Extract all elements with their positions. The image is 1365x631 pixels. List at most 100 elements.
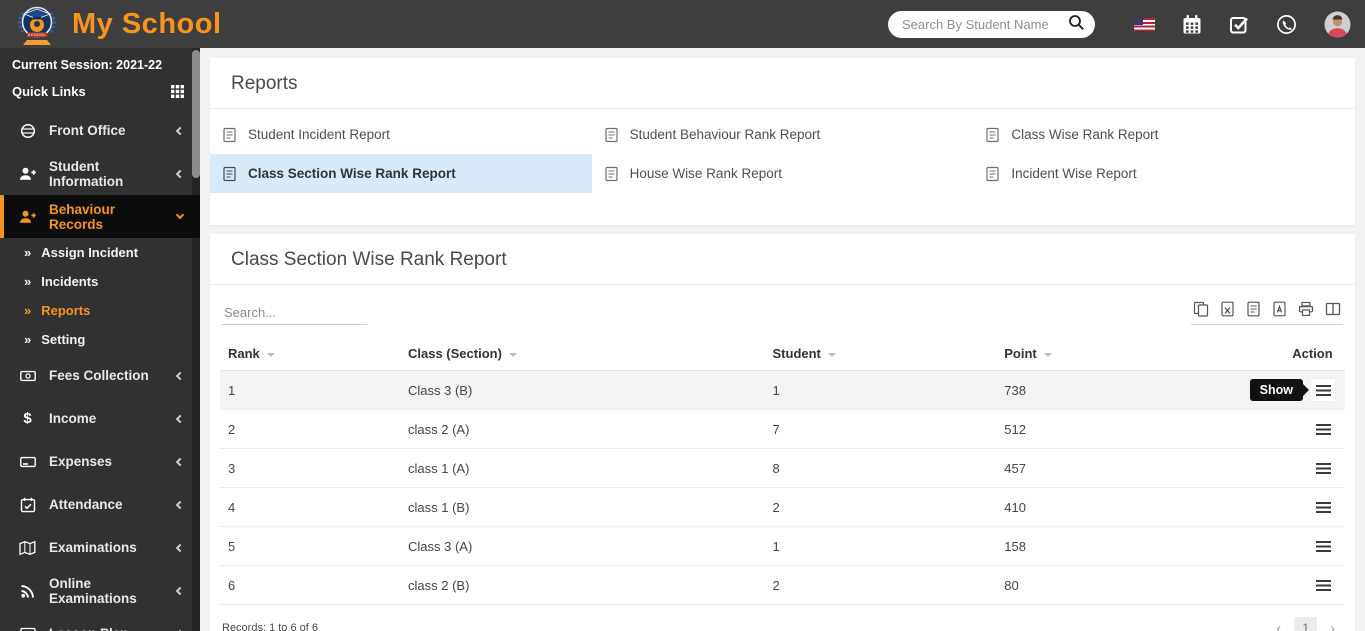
pagination-next-icon[interactable]: › <box>1326 619 1339 631</box>
chevron-left-icon <box>175 414 185 423</box>
front-office-icon <box>19 123 36 139</box>
sidebar-item-label: Behaviour Records <box>49 201 116 232</box>
csv-icon[interactable] <box>1246 301 1261 317</box>
table-footer: Records: 1 to 6 of 6 ‹ 1 › <box>210 605 1355 631</box>
report-link-house-wise-rank[interactable]: House Wise Rank Report <box>592 154 974 193</box>
sidebar-item-student-information[interactable]: Student Information <box>0 152 200 195</box>
chevron-left-icon <box>175 457 185 466</box>
student-search-input[interactable] <box>902 16 1068 32</box>
column-header-student[interactable]: Student <box>764 337 997 371</box>
pdf-icon[interactable] <box>1272 301 1287 317</box>
cell-student: 2 <box>764 565 997 605</box>
row-action-menu-button[interactable] <box>1311 457 1335 479</box>
chevron-left-icon <box>175 543 185 552</box>
report-link-student-behaviour-rank[interactable]: Student Behaviour Rank Report <box>592 115 974 154</box>
column-header-action: Action <box>1284 337 1345 371</box>
cell-student: 1 <box>764 370 997 410</box>
column-header-class-section[interactable]: Class (Section) <box>400 337 765 371</box>
sidebar-item-fees-collection[interactable]: Fees Collection <box>0 354 200 397</box>
user-avatar[interactable] <box>1324 11 1351 38</box>
submenu-item-reports[interactable]: Reports <box>0 296 200 325</box>
sidebar-item-examinations[interactable]: Examinations <box>0 526 200 569</box>
cell-rank: 4 <box>220 487 400 527</box>
report-link-class-section-wise-rank[interactable]: Class Section Wise Rank Report <box>210 154 592 193</box>
cell-class-section: class 2 (A) <box>400 409 765 449</box>
pagination-prev-icon[interactable]: ‹ <box>1272 619 1285 631</box>
submenu-item-assign-incident[interactable]: Assign Incident <box>0 238 200 267</box>
sidebar-item-front-office[interactable]: Front Office <box>0 109 200 152</box>
quick-links[interactable]: Quick Links <box>0 78 200 109</box>
chevron-left-icon <box>175 126 185 135</box>
cell-action <box>1284 487 1345 527</box>
submenu-item-incidents[interactable]: Incidents <box>0 267 200 296</box>
report-doc-icon <box>223 127 236 142</box>
report-link-student-incident[interactable]: Student Incident Report <box>210 115 592 154</box>
sort-icon <box>508 353 517 361</box>
report-doc-icon <box>605 127 618 142</box>
sidebar-item-attendance[interactable]: Attendance <box>0 483 200 526</box>
cell-action <box>1284 526 1345 566</box>
submenu-item-label: Reports <box>41 303 91 318</box>
calendar-icon[interactable] <box>1182 14 1202 35</box>
sort-icon <box>827 353 836 361</box>
cell-student: 2 <box>764 487 997 527</box>
sidebar-item-expenses[interactable]: Expenses <box>0 440 200 483</box>
sidebar-item-label: Lesson Plan <box>49 626 164 631</box>
copy-icon[interactable] <box>1193 301 1209 317</box>
submenu-item-setting[interactable]: Setting <box>0 325 200 354</box>
cell-action <box>1284 448 1345 488</box>
student-search <box>888 10 1095 38</box>
calendar-check-icon <box>19 497 36 513</box>
sidebar-scrollbar-thumb[interactable] <box>192 50 200 178</box>
cell-rank: 2 <box>220 409 400 449</box>
dollar-icon: $ <box>23 410 32 427</box>
rank-report-title: Class Section Wise Rank Report <box>231 249 507 270</box>
columns-icon[interactable] <box>1325 301 1341 317</box>
sort-icon <box>266 353 275 361</box>
report-doc-icon <box>986 166 999 181</box>
print-icon[interactable] <box>1298 301 1314 317</box>
cell-point: 738 <box>996 370 1285 410</box>
report-link-class-wise-rank[interactable]: Class Wise Rank Report <box>973 115 1355 154</box>
submenu-item-label: Assign Incident <box>41 245 139 260</box>
records-summary: Records: 1 to 6 of 6 <box>222 622 318 631</box>
search-icon[interactable] <box>1068 14 1085 34</box>
pagination-page-1[interactable]: 1 <box>1294 617 1317 631</box>
credit-card-icon <box>19 454 36 470</box>
report-link-incident-wise[interactable]: Incident Wise Report <box>973 154 1355 193</box>
school-logo-icon: SCHOOL <box>18 6 56 45</box>
cell-point: 512 <box>996 409 1285 449</box>
table-row: 3 class 1 (A) 8 457 <box>220 448 1345 488</box>
row-action-menu-button[interactable] <box>1311 418 1335 440</box>
table-header-row: Rank Class (Section) Student Point Actio… <box>220 337 1345 371</box>
book-icon <box>19 626 36 631</box>
table-search-input[interactable] <box>222 301 367 325</box>
export-toolbar <box>1191 301 1343 325</box>
user-plus-icon <box>19 209 36 225</box>
chevron-left-icon <box>175 586 185 595</box>
sidebar-item-income[interactable]: $ Income <box>0 397 200 440</box>
column-header-point[interactable]: Point <box>996 337 1285 371</box>
cell-rank: 3 <box>220 448 400 488</box>
table-row: 2 class 2 (A) 7 512 <box>220 409 1345 449</box>
sidebar-item-behaviour-records[interactable]: Behaviour Records <box>0 195 200 238</box>
language-flag-icon[interactable] <box>1134 17 1155 31</box>
sidebar-item-lesson-plan[interactable]: Lesson Plan <box>0 612 200 631</box>
cell-point: 457 <box>996 448 1285 488</box>
table-toolbar <box>210 285 1355 335</box>
row-action-menu-button[interactable] <box>1311 496 1335 518</box>
column-header-rank[interactable]: Rank <box>220 337 400 371</box>
sidebar-item-label: Front Office <box>49 123 126 138</box>
sidebar-item-label: Fees Collection <box>49 368 149 383</box>
sidebar-item-online-examinations[interactable]: Online Examinations <box>0 569 200 612</box>
whatsapp-icon[interactable] <box>1276 14 1297 35</box>
sidebar-item-label: Expenses <box>49 454 113 469</box>
cell-student: 7 <box>764 409 997 449</box>
brand[interactable]: SCHOOL My School <box>0 1 320 47</box>
excel-icon[interactable] <box>1220 301 1235 317</box>
row-action-menu-button[interactable] <box>1311 574 1335 596</box>
cell-rank: 1 <box>220 370 400 410</box>
report-link-label: Class Section Wise Rank Report <box>248 166 456 181</box>
row-action-menu-button[interactable] <box>1311 535 1335 557</box>
task-check-icon[interactable] <box>1229 14 1249 34</box>
